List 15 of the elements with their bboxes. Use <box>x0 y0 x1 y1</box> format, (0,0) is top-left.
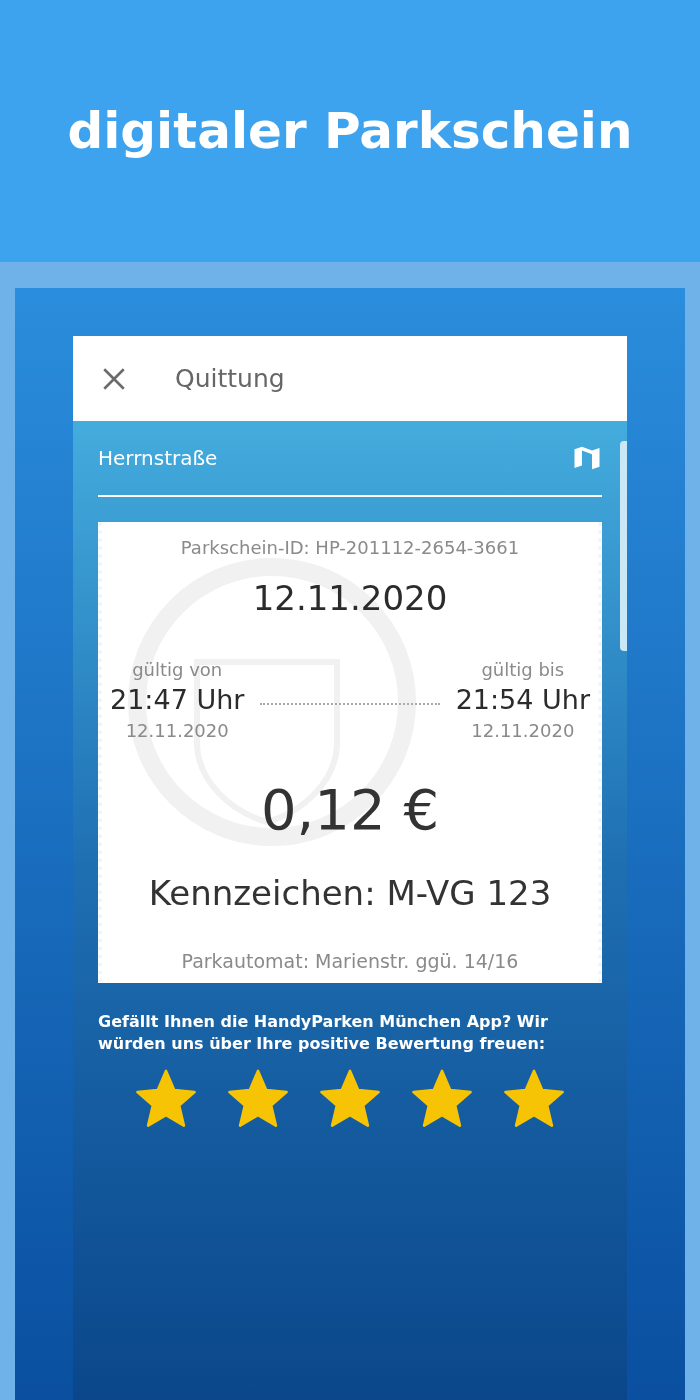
parking-meter: Parkautomat: Marienstr. ggü. 14/16 <box>181 948 519 974</box>
valid-time: 21:54 Uhr <box>455 683 590 717</box>
price: 0,12 € <box>260 775 440 844</box>
app-bar-title: Quittung <box>175 362 285 395</box>
valid-label: gültig bis <box>481 658 565 682</box>
location-name: Herrnstraße <box>98 445 218 472</box>
license-plate: Kennzeichen: M-VG 123 <box>148 871 552 915</box>
valid-date: 12.11.2020 <box>471 718 575 743</box>
headline: digitaler Parkschein <box>67 100 633 162</box>
valid-date: 12.11.2020 <box>125 718 229 743</box>
rating-prompt: Gefällt Ihnen die HandyParken München App? Wir würden uns über Ihre positive Bewertung freuen: <box>98 1011 549 1055</box>
ticket-id: Parkschein-ID: HP-201112-2654-3661 <box>180 536 520 560</box>
valid-label: gültig von <box>132 658 223 682</box>
ticket-date: 12.11.2020 <box>252 577 448 620</box>
valid-time: 21:47 Uhr <box>110 683 245 717</box>
